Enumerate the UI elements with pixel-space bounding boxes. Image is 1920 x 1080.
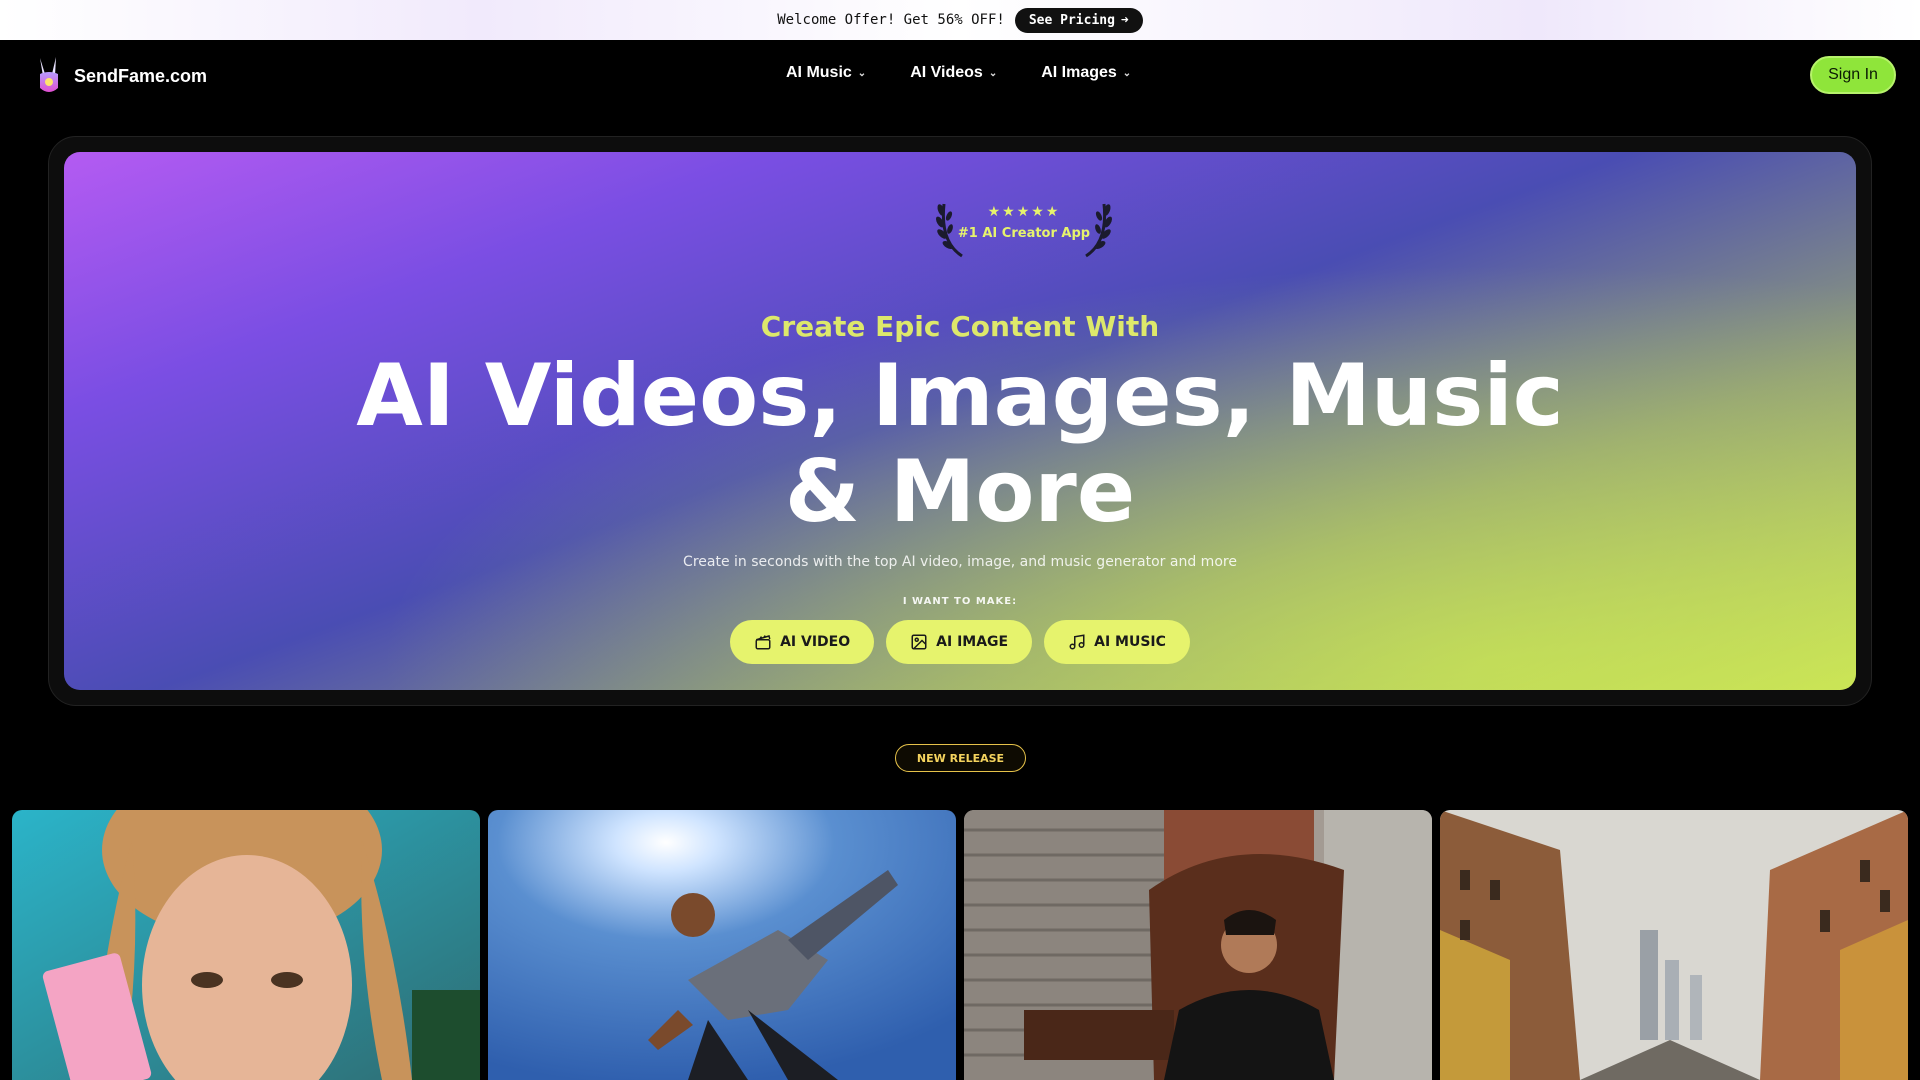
- see-pricing-label: See Pricing: [1028, 12, 1115, 28]
- menu-ai-images[interactable]: AI Images ⌄: [1041, 64, 1131, 82]
- see-pricing-button[interactable]: See Pricing ➜: [1014, 7, 1143, 33]
- peace-hand-icon: [34, 54, 64, 98]
- brand-name: SendFame.com: [74, 65, 208, 86]
- make-label: I WANT TO MAKE:: [902, 596, 1018, 607]
- man-chair-image: [964, 810, 1432, 1080]
- portrait-image: [12, 810, 480, 1080]
- hero-headline: AI Videos, Images, Music & More: [64, 348, 1856, 540]
- gallery-tile-skater[interactable]: [488, 810, 956, 1080]
- promo-text: Welcome Offer! Get 56% OFF!: [777, 12, 1005, 28]
- brand-logo[interactable]: SendFame.com: [34, 54, 207, 98]
- ai-video-label: AI VIDEO: [780, 634, 851, 650]
- hero-headline-line2: & More: [784, 442, 1136, 542]
- city-street-image: [1440, 810, 1908, 1080]
- hero-subtitle: Create in seconds with the top AI video,…: [683, 554, 1237, 570]
- main-menu: AI Music ⌄ AI Videos ⌄ AI Images ⌄: [786, 64, 1131, 82]
- gallery-tile-city-street[interactable]: [1440, 810, 1908, 1080]
- hero-eyebrow: Create Epic Content With: [760, 310, 1160, 343]
- cta-row: AI VIDEO AI IMAGE AI MUSIC: [64, 620, 1856, 664]
- ai-video-button[interactable]: AI VIDEO: [730, 620, 875, 664]
- promo-bar: Welcome Offer! Get 56% OFF! See Pricing …: [0, 0, 1920, 40]
- menu-ai-music[interactable]: AI Music ⌄: [786, 64, 866, 82]
- gallery: [12, 810, 1908, 1080]
- menu-ai-images-label: AI Images: [1041, 64, 1117, 81]
- skater-image: [488, 810, 956, 1080]
- new-release-badge[interactable]: NEW RELEASE: [895, 744, 1026, 772]
- menu-ai-videos[interactable]: AI Videos ⌄: [910, 64, 997, 82]
- chevron-down-icon: ⌄: [1122, 67, 1132, 79]
- gallery-tile-man-chair[interactable]: [964, 810, 1432, 1080]
- arrow-right-icon: ➜: [1120, 12, 1129, 28]
- ai-music-label: AI MUSIC: [1094, 634, 1166, 650]
- ai-image-label: AI IMAGE: [936, 634, 1009, 650]
- gallery-tile-portrait[interactable]: [12, 810, 480, 1080]
- hero-headline-line1: AI Videos, Images, Music: [356, 346, 1564, 446]
- hero-section: ★★★★★ #1 AI Creator App Create Epic Cont…: [64, 152, 1856, 690]
- ai-image-button[interactable]: AI IMAGE: [886, 620, 1033, 664]
- ai-music-button[interactable]: AI MUSIC: [1044, 620, 1190, 664]
- music-note-icon: [1069, 634, 1085, 650]
- menu-ai-music-label: AI Music: [786, 64, 852, 81]
- award-badge: ★★★★★ #1 AI Creator App: [934, 196, 1114, 260]
- chevron-down-icon: ⌄: [988, 67, 998, 79]
- image-icon: [911, 634, 927, 650]
- laurel-icon: [1085, 203, 1112, 258]
- menu-ai-videos-label: AI Videos: [910, 64, 983, 81]
- top-nav: SendFame.com AI Music ⌄ AI Videos ⌄ AI I…: [0, 40, 1920, 112]
- clapperboard-icon: [755, 635, 771, 650]
- sign-in-button[interactable]: Sign In: [1810, 56, 1896, 94]
- chevron-down-icon: ⌄: [857, 67, 867, 79]
